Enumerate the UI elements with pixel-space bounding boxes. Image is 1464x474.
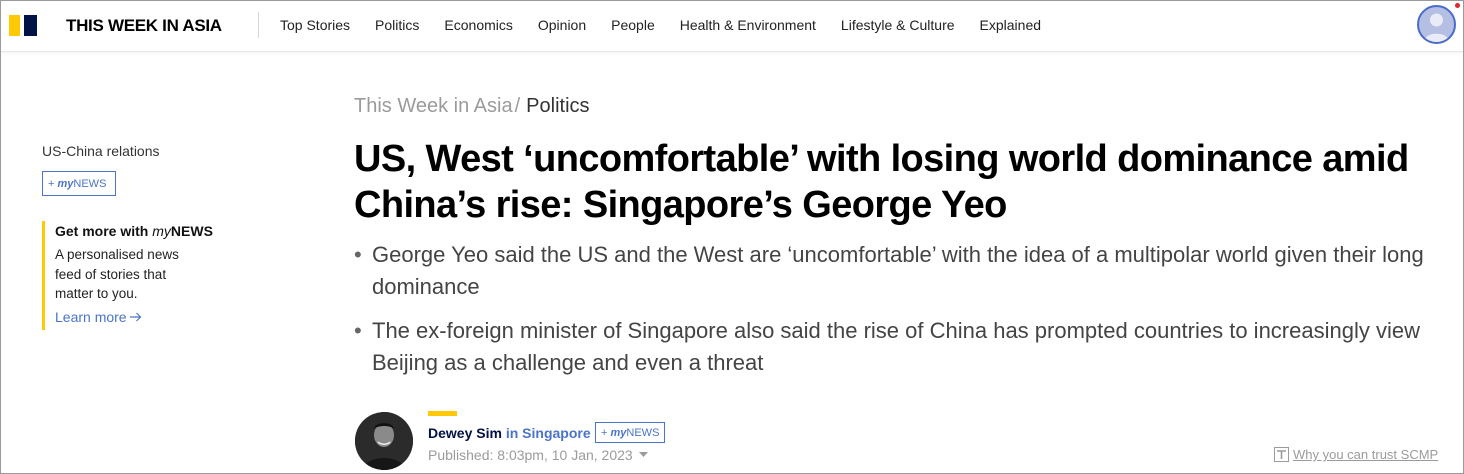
nav-item-health-environment[interactable]: Health & Environment [680,17,816,33]
article-headline: US, West ‘uncomfortable’ with losing wor… [354,138,1409,226]
mynews-news: NEWS [73,177,107,190]
promo-title-news: NEWS [170,223,213,239]
nav-item-explained[interactable]: Explained [980,17,1042,33]
nav-item-top-stories[interactable]: Top Stories [280,17,350,33]
nav-item-economics[interactable]: Economics [444,17,512,33]
follow-topic-mynews-button[interactable]: + my NEWS [42,171,116,196]
breadcrumb-home[interactable]: This Week in Asia [354,95,513,117]
breadcrumb: This Week in Asia / Politics [354,95,590,118]
breadcrumb-separator: / [514,95,521,117]
header-divider [258,12,259,38]
user-avatar-icon [1424,13,1449,42]
top-navigation-bar: THIS WEEK IN ASIA Top Stories Politics E… [0,0,1464,52]
summary-text: The ex-foreign minister of Singapore als… [372,318,1420,375]
promo-body: A personalised news feed of stories that… [55,247,179,301]
breadcrumb-section[interactable]: Politics [526,95,589,117]
published-date[interactable]: Published: 8:03pm, 10 Jan, 2023 [428,447,648,463]
main-nav: Top Stories Politics Economics Opinion P… [280,17,1066,33]
learn-more-label: Learn more [55,308,127,325]
topic-label[interactable]: US-China relations [42,143,160,159]
mynews-my: my [610,426,627,439]
bullet: • [354,318,362,343]
author-byline: Dewey Sim in Singapore [428,425,591,441]
trust-badge-icon [1274,447,1289,462]
trust-link-label: Why you can trust SCMP [1293,447,1439,462]
follow-author-mynews-button[interactable]: + my NEWS [595,422,665,443]
arrow-right-icon [129,312,141,321]
logo-yellow-block [9,15,20,36]
learn-more-link[interactable]: Learn more [55,309,222,325]
summary-text: George Yeo said the US and the West are … [372,242,1424,299]
bullet: • [354,242,362,267]
nav-item-lifestyle-culture[interactable]: Lifestyle & Culture [841,17,955,33]
promo-title-my: my [152,223,171,239]
mynews-plus: + [601,426,608,439]
promo-title: Get more with myNEWS [55,223,222,239]
logo-mark-icon[interactable] [9,15,37,36]
summary-point: • The ex-foreign minister of Singapore a… [354,315,1454,379]
mynews-plus: + [48,177,55,190]
logo-navy-block [24,15,37,36]
author-name[interactable]: Dewey Sim [428,425,502,441]
author-accent-bar [428,411,457,416]
site-brand-title[interactable]: THIS WEEK IN ASIA [66,16,222,36]
summary-point: • George Yeo said the US and the West ar… [354,239,1454,303]
author-portrait-icon [355,412,413,470]
nav-item-politics[interactable]: Politics [375,17,419,33]
notification-dot [1455,3,1460,8]
promo-title-prefix: Get more with [55,223,153,239]
author-photo[interactable] [355,412,413,470]
trust-scmp-link[interactable]: Why you can trust SCMP [1274,447,1438,462]
nav-item-opinion[interactable]: Opinion [538,17,586,33]
mynews-promo: Get more with myNEWS A personalised news… [42,221,222,330]
author-location: in Singapore [501,425,591,441]
nav-item-people[interactable]: People [611,17,655,33]
user-avatar-button[interactable] [1417,5,1456,44]
mynews-my: my [57,177,74,190]
published-text: Published: 8:03pm, 10 Jan, 2023 [428,447,633,463]
chevron-down-icon [638,452,648,457]
mynews-news: NEWS [626,426,660,439]
